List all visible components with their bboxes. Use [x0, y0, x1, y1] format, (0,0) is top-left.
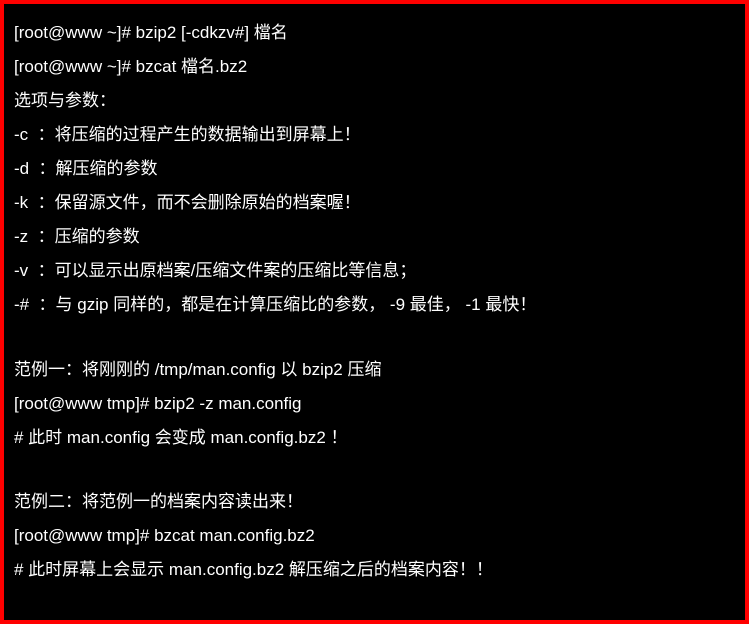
terminal-line: -# ：与 gzip 同样的，都是在计算压缩比的参数， -9 最佳， -1 最快…: [14, 288, 735, 322]
terminal-line: [root@www tmp]# bzcat man.config.bz2: [14, 519, 735, 553]
blank-line: [14, 455, 735, 486]
terminal-line: [root@www ~]# bzcat 檔名.bz2: [14, 50, 735, 84]
terminal-line: -z ：压缩的参数: [14, 220, 735, 254]
terminal-line: # 此时屏幕上会显示 man.config.bz2 解压缩之后的档案内容！！: [14, 553, 735, 587]
terminal-line: 范例一：将刚刚的 /tmp/man.config 以 bzip2 压缩: [14, 353, 735, 387]
terminal-line: [root@www ~]# bzip2 [-cdkzv#] 檔名: [14, 16, 735, 50]
terminal-line: [root@www tmp]# bzip2 -z man.config: [14, 387, 735, 421]
terminal-line: -k ：保留源文件，而不会删除原始的档案喔！: [14, 186, 735, 220]
terminal-line: -c ：将压缩的过程产生的数据输出到屏幕上！: [14, 118, 735, 152]
terminal-line: # 此时 man.config 会变成 man.config.bz2 ！: [14, 421, 735, 455]
terminal-line: 范例二：将范例一的档案内容读出来！: [14, 485, 735, 519]
terminal-line: 选项与参数：: [14, 84, 735, 118]
blank-line: [14, 322, 735, 353]
terminal-line: -v ：可以显示出原档案/压缩文件案的压缩比等信息；: [14, 254, 735, 288]
terminal-window: [root@www ~]# bzip2 [-cdkzv#] 檔名 [root@w…: [4, 4, 745, 620]
terminal-line: -d ：解压缩的参数: [14, 152, 735, 186]
